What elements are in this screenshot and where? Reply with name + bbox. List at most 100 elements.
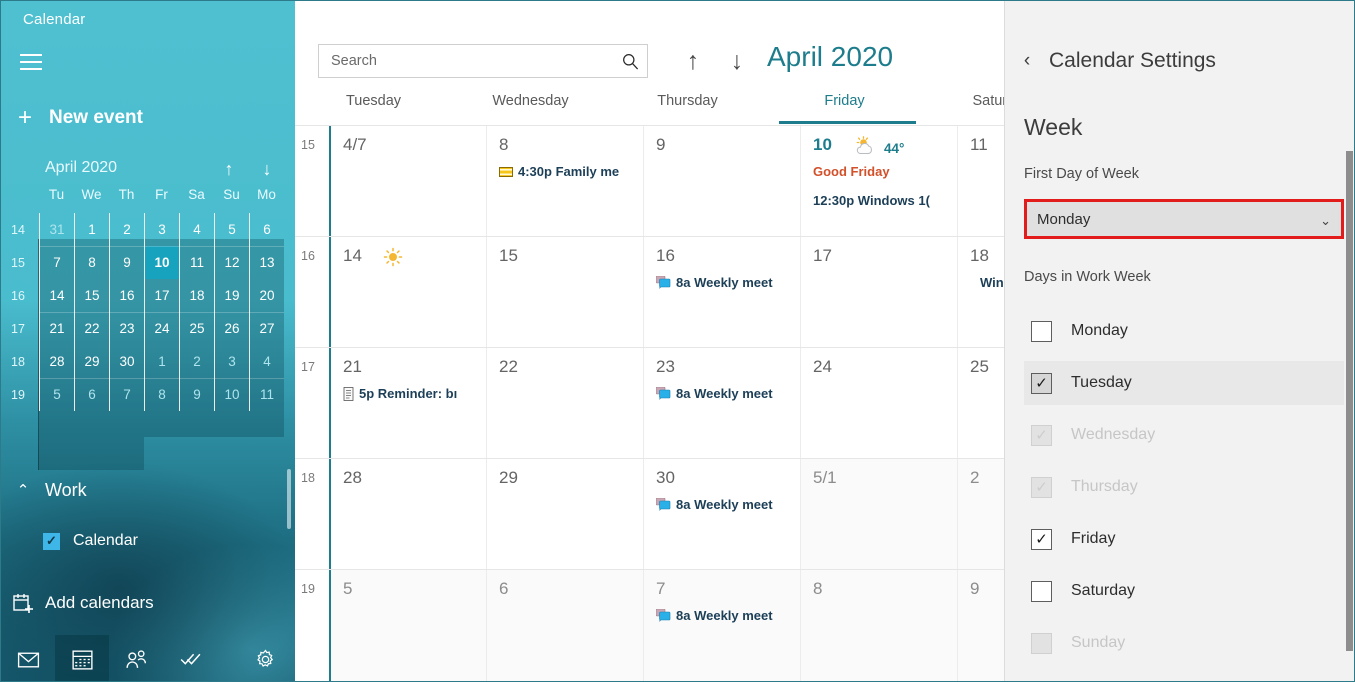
app-bar-people-button[interactable] [109,635,163,681]
calendar-day-cell[interactable]: 8 [800,570,957,681]
calendar-day-cell[interactable]: 23 8a Weekly meet [643,348,800,459]
checkbox[interactable] [1031,580,1052,602]
calendar-day-cell[interactable]: 10 44° Good Friday 12:30p Windows 1( [800,126,957,237]
calendar-day-cell[interactable]: 4/7 [329,126,486,237]
mini-day-cell[interactable]: 22 [74,312,109,345]
calendar-event[interactable]: 8a Weekly meet [656,608,773,623]
mini-day-cell[interactable]: 1 [74,213,109,246]
calendar-checkbox[interactable]: ✓ [43,532,60,550]
mini-day-cell[interactable]: 10 [144,246,179,279]
mini-day-cell[interactable]: 6 [249,213,284,246]
mini-day-cell[interactable]: 15 [74,279,109,312]
mini-day-cell[interactable]: 13 [249,246,284,279]
first-day-of-week-field[interactable]: MondayTuesdayWednesdayThursdayFridaySatu… [1024,199,1344,239]
calendar-day-cell[interactable]: 15 [486,237,643,348]
mini-day-cell[interactable]: 21 [39,312,74,345]
mini-day-cell[interactable]: 30 [109,345,144,378]
mini-day-cell[interactable]: 8 [144,378,179,411]
hamburger-menu-icon[interactable] [17,49,49,77]
app-bar-todo-button[interactable] [163,635,217,681]
calendar-event[interactable]: 4:30p Family me [499,164,619,179]
work-week-day-sunday[interactable]: Sunday [1024,621,1344,665]
work-week-day-thursday[interactable]: ✓ Thursday [1024,465,1344,509]
mini-day-cell[interactable]: 25 [179,312,214,345]
work-week-day-tuesday[interactable]: ✓ Tuesday [1024,361,1344,405]
calendar-event[interactable]: 8a Weekly meet [656,275,773,290]
mini-day-cell[interactable]: 8 [74,246,109,279]
mini-day-cell[interactable]: 27 [249,312,284,345]
search-icon[interactable] [613,52,647,71]
nav-next-icon[interactable]: ↓ [717,41,757,81]
mini-day-cell[interactable]: 17 [144,279,179,312]
mini-day-cell[interactable]: 2 [179,345,214,378]
calendar-day-cell[interactable]: 5/1 [800,459,957,570]
settings-scrollbar-thumb[interactable] [1346,151,1353,651]
calendar-event[interactable]: 8a Weekly meet [656,386,773,401]
mini-day-cell[interactable]: 12 [214,246,249,279]
sidebar-scrollbar[interactable] [287,469,291,529]
mini-day-cell[interactable]: 11 [249,378,284,411]
mini-calendar-next-icon[interactable]: ↓ [253,156,281,182]
calendar-day-cell[interactable]: 14 [329,237,486,348]
app-bar-mail-button[interactable] [1,635,55,681]
checkbox[interactable]: ✓ [1031,476,1052,498]
mini-day-cell[interactable]: 11 [179,246,214,279]
calendar-day-cell[interactable]: 28 [329,459,486,570]
search-box[interactable] [318,44,648,78]
mini-day-cell[interactable]: 5 [39,378,74,411]
mini-day-cell[interactable]: 4 [179,213,214,246]
search-input[interactable] [319,53,613,69]
calendar-day-cell[interactable]: 30 8a Weekly meet [643,459,800,570]
mini-day-cell[interactable]: 18 [179,279,214,312]
calendar-day-cell[interactable]: 22 [486,348,643,459]
mini-day-cell[interactable]: 26 [214,312,249,345]
calendar-day-cell[interactable]: 7 8a Weekly meet [643,570,800,681]
mini-day-cell[interactable]: 2 [109,213,144,246]
calendar-checkbox-item[interactable]: ✓ Calendar [1,521,295,561]
mini-day-cell[interactable]: 5 [214,213,249,246]
calendar-day-cell[interactable]: 8 4:30p Family me [486,126,643,237]
calendar-event[interactable]: 8a Weekly meet [656,497,773,512]
calendar-day-cell[interactable]: 6 [486,570,643,681]
calendar-day-cell[interactable]: 29 [486,459,643,570]
work-week-day-monday[interactable]: Monday [1024,309,1344,353]
mini-day-cell[interactable]: 23 [109,312,144,345]
mini-day-cell[interactable]: 10 [214,378,249,411]
mini-day-cell[interactable]: 9 [179,378,214,411]
mini-day-cell[interactable]: 19 [214,279,249,312]
work-week-day-saturday[interactable]: Saturday [1024,569,1344,613]
calendar-day-cell[interactable]: 5 [329,570,486,681]
new-event-button[interactable]: + New event [1,96,295,140]
mini-day-cell[interactable]: 31 [39,213,74,246]
add-calendars-button[interactable]: Add calendars [1,584,295,622]
mini-day-cell[interactable]: 3 [144,213,179,246]
calendar-day-cell[interactable]: 17 [800,237,957,348]
mini-day-cell[interactable]: 14 [39,279,74,312]
checkbox[interactable]: ✓ [1031,424,1052,446]
mini-day-cell[interactable]: 29 [74,345,109,378]
app-bar-settings-button[interactable] [235,635,295,681]
app-bar-calendar-button[interactable] [55,635,109,681]
work-week-day-wednesday[interactable]: ✓ Wednesday [1024,413,1344,457]
calendar-event[interactable]: 5p Reminder: bı [343,386,457,401]
mini-day-cell[interactable]: 7 [39,246,74,279]
calendar-day-cell[interactable]: 21 5p Reminder: bı [329,348,486,459]
mini-day-cell[interactable]: 9 [109,246,144,279]
calendar-day-cell[interactable]: 16 8a Weekly meet [643,237,800,348]
mini-day-cell[interactable]: 28 [39,345,74,378]
work-group-header[interactable]: ⌃ Work [1,471,295,509]
mini-day-cell[interactable]: 3 [214,345,249,378]
mini-day-cell[interactable]: 24 [144,312,179,345]
first-day-of-week-select[interactable]: MondayTuesdayWednesdayThursdayFridaySatu… [1027,202,1341,236]
mini-calendar-prev-icon[interactable]: ↑ [215,156,243,182]
calendar-event[interactable]: Good Friday [813,164,890,179]
calendar-day-cell[interactable]: 24 [800,348,957,459]
calendar-day-cell[interactable]: 9 [643,126,800,237]
calendar-event[interactable]: 12:30p Windows 1( [813,193,930,208]
checkbox[interactable] [1031,632,1052,654]
checkbox[interactable]: ✓ [1031,528,1052,550]
mini-day-cell[interactable]: 4 [249,345,284,378]
checkbox[interactable]: ✓ [1031,372,1052,394]
nav-previous-icon[interactable]: ↑ [673,41,713,81]
mini-day-cell[interactable]: 1 [144,345,179,378]
